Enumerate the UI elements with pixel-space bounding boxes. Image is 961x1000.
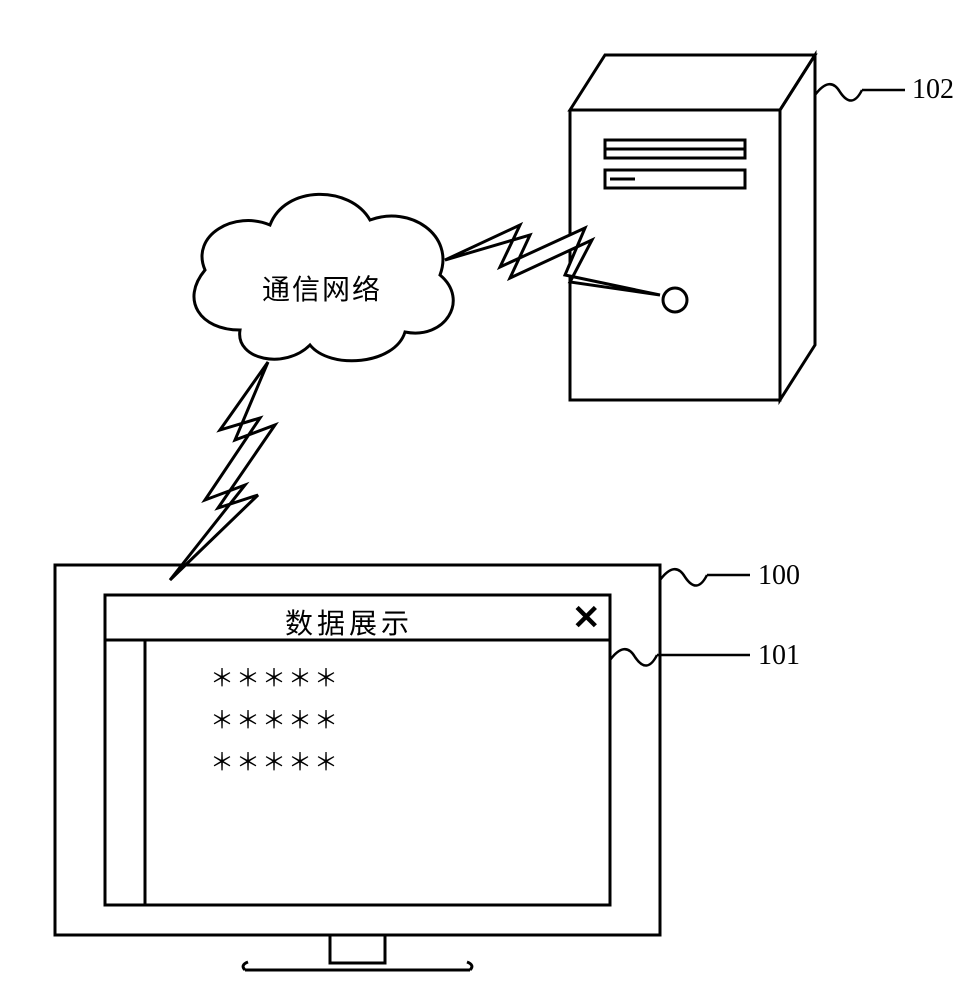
diagram-stage: 通信网络 102 100 101 数据展示 ✕ ＊＊＊＊＊ ＊＊＊＊＊ ＊＊＊＊… <box>0 0 961 1000</box>
server-leader <box>815 84 905 100</box>
data-row: ＊＊＊＊＊ <box>210 700 340 735</box>
label-window-ref: 101 <box>758 640 800 672</box>
data-row: ＊＊＊＊＊ <box>210 742 340 777</box>
link-cloud-to-server <box>445 225 660 295</box>
data-row: ＊＊＊＊＊ <box>210 658 340 693</box>
label-monitor-ref: 100 <box>758 560 800 592</box>
server-tower <box>570 55 815 400</box>
cloud-label: 通信网络 <box>262 268 382 308</box>
diagram-svg <box>0 0 961 1000</box>
client-window-title: 数据展示 <box>285 602 413 642</box>
link-cloud-to-client <box>170 362 275 580</box>
close-icon[interactable]: ✕ <box>572 598 601 638</box>
label-server-ref: 102 <box>912 74 954 106</box>
window-leader <box>610 649 750 665</box>
monitor-leader <box>660 569 750 585</box>
